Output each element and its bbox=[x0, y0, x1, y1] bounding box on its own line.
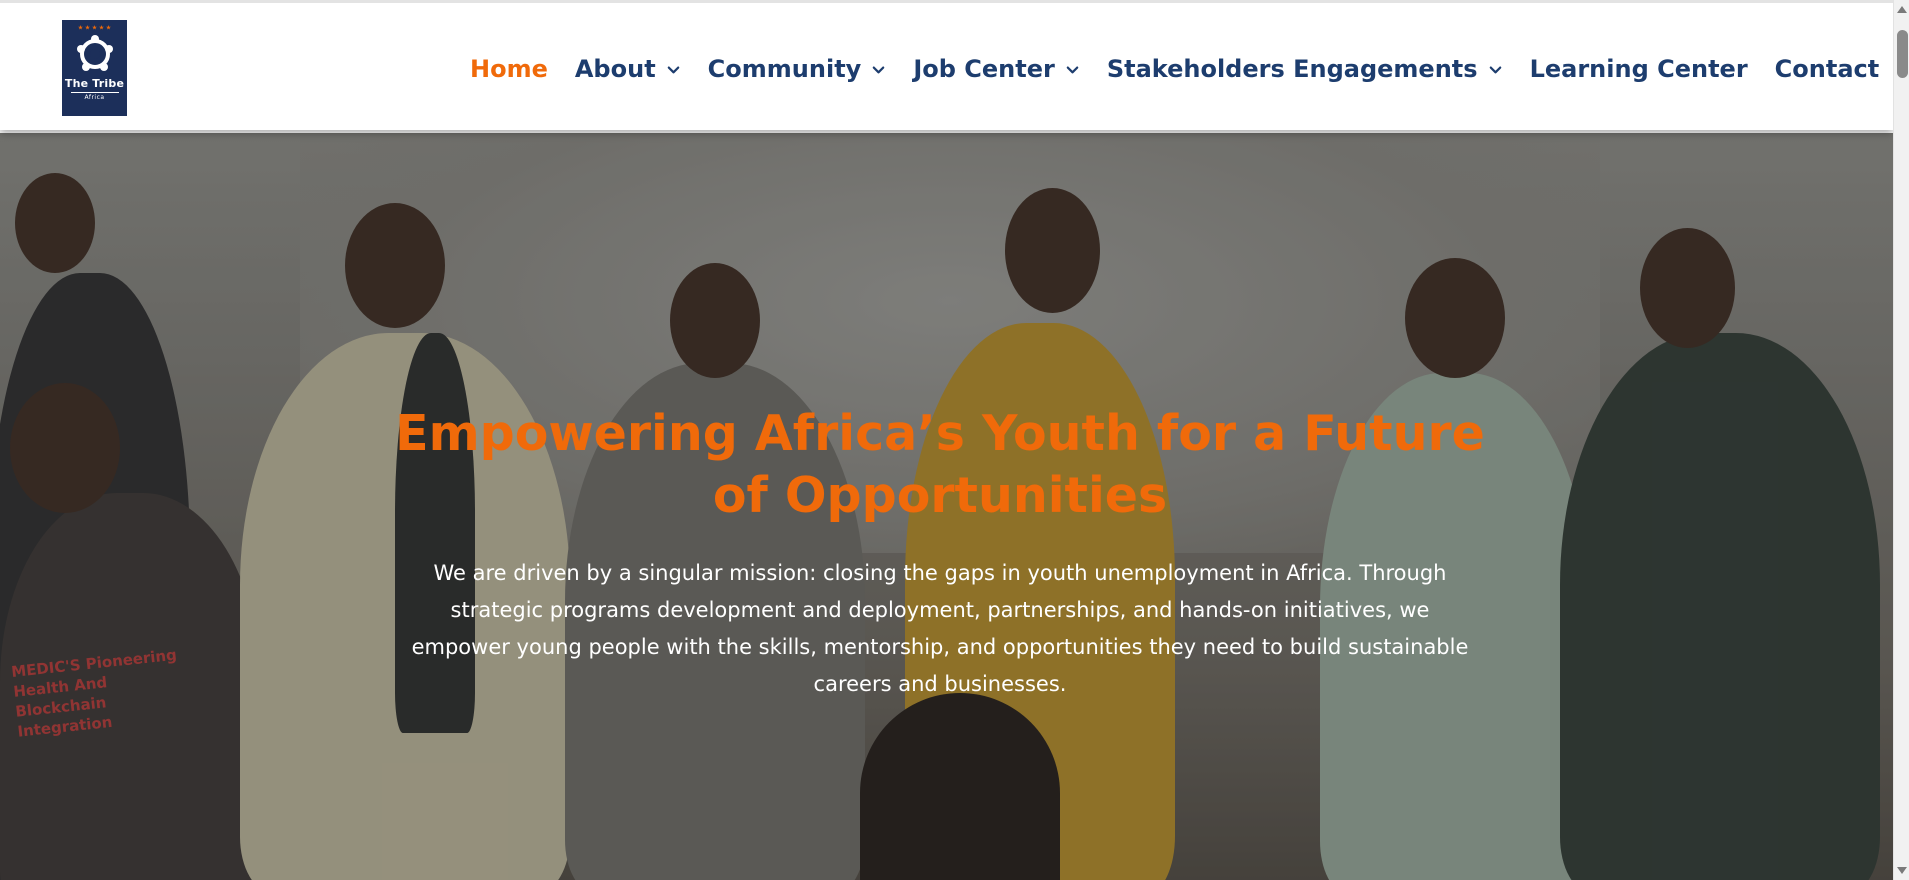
chevron-down-icon bbox=[1489, 66, 1501, 73]
site-logo[interactable]: The Tribe Africa bbox=[62, 20, 127, 116]
main-nav: Home About Community Job Center Stakehol… bbox=[470, 49, 1879, 89]
nav-job-center[interactable]: Job Center bbox=[913, 55, 1080, 83]
nav-label: Contact bbox=[1774, 55, 1880, 83]
site-header: The Tribe Africa Home About Community Jo… bbox=[0, 0, 1893, 130]
nav-community[interactable]: Community bbox=[708, 55, 887, 83]
hero-title: Empowering Africa’s Youth for a Future o… bbox=[395, 405, 1485, 524]
chevron-down-icon bbox=[873, 66, 885, 73]
hero-description: We are driven by a singular mission: clo… bbox=[411, 561, 1469, 696]
page: The Tribe Africa Home About Community Jo… bbox=[0, 0, 1893, 880]
tribe-circle-icon bbox=[76, 35, 113, 71]
logo-divider bbox=[70, 92, 119, 93]
logo-name: The Tribe bbox=[64, 77, 125, 90]
nav-label: Learning Center bbox=[1529, 55, 1748, 83]
nav-contact[interactable]: Contact bbox=[1775, 55, 1880, 83]
nav-about[interactable]: About bbox=[575, 55, 681, 83]
logo-subtitle: Africa bbox=[84, 94, 105, 101]
nav-label: Job Center bbox=[913, 55, 1055, 83]
nav-label: About bbox=[574, 55, 656, 83]
scroll-thumb[interactable] bbox=[1897, 30, 1908, 78]
hero-section: MEDIC'S Pioneering Health And Blockchain… bbox=[0, 133, 1893, 880]
nav-label: Community bbox=[707, 55, 862, 83]
scroll-up-arrow-icon[interactable] bbox=[1897, 6, 1907, 13]
page-scrollbar[interactable] bbox=[1893, 0, 1909, 880]
logo-stars bbox=[78, 25, 111, 30]
chevron-down-icon bbox=[667, 66, 679, 73]
nav-label: Stakeholders Engagements bbox=[1106, 55, 1478, 83]
nav-learning-center[interactable]: Learning Center bbox=[1530, 55, 1748, 83]
nav-stakeholders-engagements[interactable]: Stakeholders Engagements bbox=[1107, 55, 1503, 83]
nav-label: Home bbox=[470, 55, 548, 83]
chevron-down-icon bbox=[1066, 66, 1079, 73]
nav-home[interactable]: Home bbox=[470, 55, 548, 83]
scroll-down-arrow-icon[interactable] bbox=[1897, 867, 1907, 874]
